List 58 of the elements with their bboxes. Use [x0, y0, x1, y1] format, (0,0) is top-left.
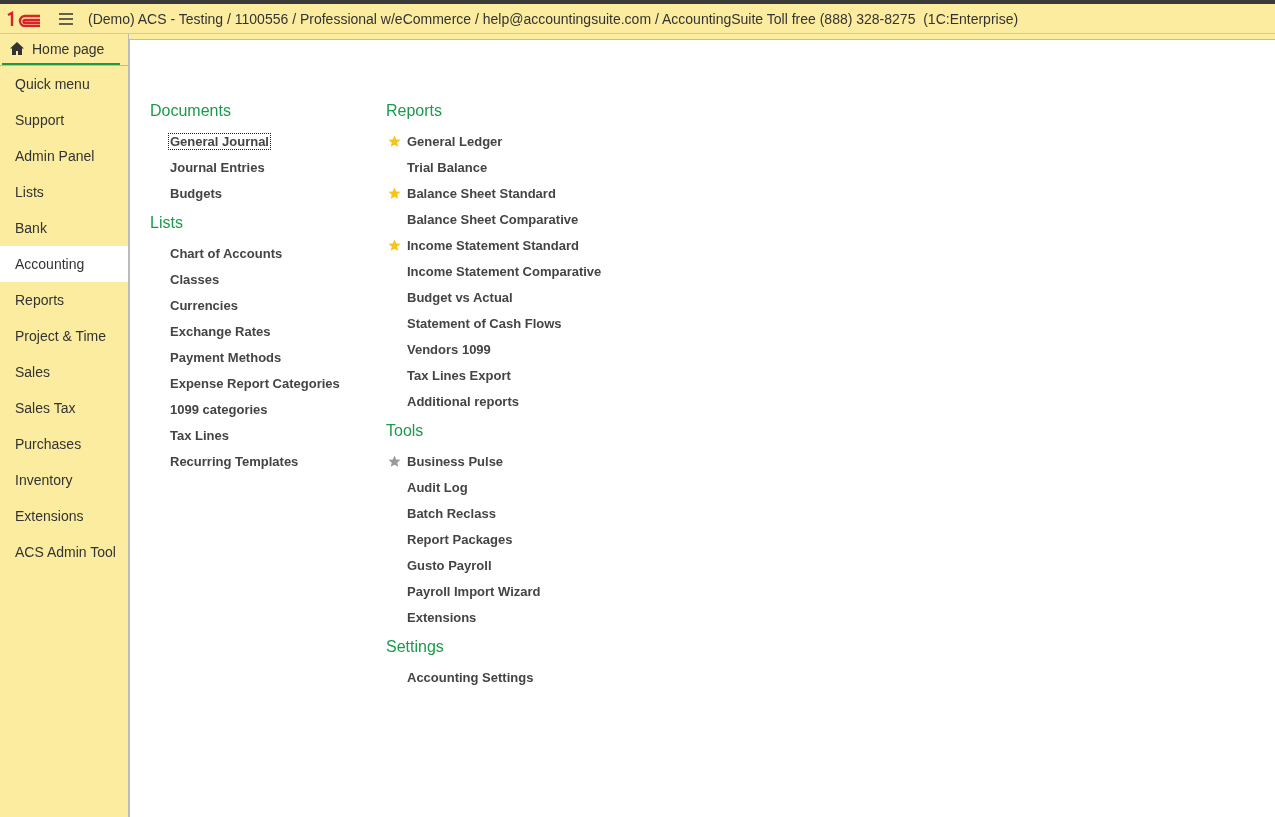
- menu-link[interactable]: Report Packages: [405, 530, 515, 548]
- menu-link[interactable]: Expense Report Categories: [168, 374, 342, 392]
- sidebar-item[interactable]: Purchases: [0, 426, 128, 462]
- menu-link[interactable]: Statement of Cash Flows: [405, 314, 564, 332]
- menu-link[interactable]: Business Pulse: [405, 452, 506, 470]
- menu-link[interactable]: Journal Entries: [168, 158, 267, 176]
- menu-link[interactable]: General Ledger: [405, 132, 505, 150]
- star-icon[interactable]: [388, 455, 401, 468]
- sidebar-item[interactable]: Bank: [0, 210, 128, 246]
- sidebar-item[interactable]: Admin Panel: [0, 138, 128, 174]
- sidebar-item[interactable]: Sales Tax: [0, 390, 128, 426]
- home-tab[interactable]: Home page: [2, 34, 120, 65]
- menu-link[interactable]: Trial Balance: [405, 158, 490, 176]
- menu-link[interactable]: Income Statement Comparative: [405, 262, 604, 280]
- menu-link[interactable]: Tax Lines: [168, 426, 231, 444]
- menu-link[interactable]: Balance Sheet Comparative: [405, 210, 581, 228]
- menu-link[interactable]: Classes: [168, 270, 222, 288]
- menu-link[interactable]: Additional reports: [405, 392, 521, 410]
- menu-link[interactable]: 1099 categories: [168, 400, 270, 418]
- sidebar-item[interactable]: Support: [0, 102, 128, 138]
- menu-link[interactable]: Vendors 1099: [405, 340, 493, 358]
- menu-link[interactable]: General Journal: [168, 132, 271, 150]
- menu-link[interactable]: Extensions: [405, 608, 479, 626]
- sidebar-item[interactable]: Inventory: [0, 462, 128, 498]
- menu-link[interactable]: Balance Sheet Standard: [405, 184, 558, 202]
- menu-link[interactable]: Chart of Accounts: [168, 244, 285, 262]
- section-heading: Reports: [386, 102, 444, 121]
- window-title: (Demo) ACS - Testing / 1100556 / Professional w/eCommerce / help@accountingsuite.com / AccountingSuite Toll free (888) 328-8275 (1C:Enterprise): [88, 10, 1019, 27]
- menu-link[interactable]: Exchange Rates: [168, 322, 273, 340]
- menu-link[interactable]: Budgets: [168, 184, 224, 202]
- menu-link[interactable]: Currencies: [168, 296, 240, 314]
- menu-link[interactable]: Payment Methods: [168, 348, 284, 366]
- star-icon[interactable]: [388, 187, 401, 200]
- sidebar-item[interactable]: Sales: [0, 354, 128, 390]
- home-icon: [10, 42, 24, 55]
- sidebar-item[interactable]: Reports: [0, 282, 128, 318]
- menu-link[interactable]: Recurring Templates: [168, 452, 301, 470]
- menu-link[interactable]: Budget vs Actual: [405, 288, 515, 306]
- menu-link[interactable]: Tax Lines Export: [405, 366, 513, 384]
- menu-link[interactable]: Gusto Payroll: [405, 556, 494, 574]
- menu-link[interactable]: Income Statement Standard: [405, 236, 581, 254]
- menu-link[interactable]: Accounting Settings: [405, 668, 536, 686]
- sidebar-item[interactable]: ACS Admin Tool: [0, 534, 128, 570]
- menu-link[interactable]: Batch Reclass: [405, 504, 498, 522]
- sidebar-item[interactable]: Accounting: [0, 246, 128, 282]
- section-heading: Tools: [386, 422, 425, 441]
- menu-link[interactable]: Payroll Import Wizard: [405, 582, 543, 600]
- menu-link[interactable]: Audit Log: [405, 478, 470, 496]
- sidebar-item[interactable]: Extensions: [0, 498, 128, 534]
- menu-icon[interactable]: [58, 11, 74, 26]
- section-heading: Lists: [150, 214, 184, 233]
- star-icon[interactable]: [388, 135, 401, 148]
- sidebar-item[interactable]: Project & Time: [0, 318, 128, 354]
- section-heading: Settings: [386, 638, 445, 657]
- section-heading: Documents: [150, 102, 232, 121]
- sidebar-item[interactable]: Lists: [0, 174, 128, 210]
- sidebar-item[interactable]: Quick menu: [0, 66, 128, 102]
- star-icon[interactable]: [388, 239, 401, 252]
